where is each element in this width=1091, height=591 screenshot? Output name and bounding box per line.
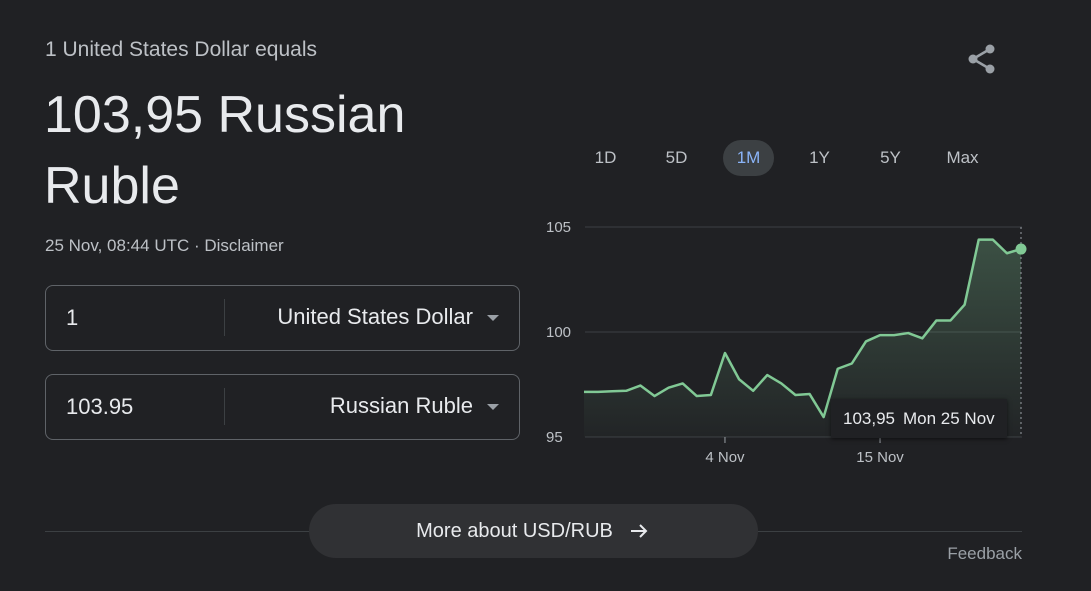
y-tick-label: 100 bbox=[546, 324, 571, 341]
more-about-button[interactable]: More about USD/RUB bbox=[309, 504, 758, 558]
converted-value-line1: 103,95 Russian bbox=[44, 86, 406, 144]
arrow-right-icon bbox=[630, 524, 648, 538]
more-about-label: More about USD/RUB bbox=[416, 519, 613, 542]
divider bbox=[224, 388, 225, 425]
converted-value-line2: Ruble bbox=[44, 157, 180, 215]
from-amount-input[interactable]: 1 bbox=[66, 286, 78, 350]
converted-value: 103,95 Russian Ruble bbox=[44, 80, 504, 222]
from-currency-row: 1 United States Dollar bbox=[45, 285, 520, 351]
chevron-down-icon[interactable] bbox=[487, 404, 499, 410]
tab-1y[interactable]: 1Y bbox=[794, 140, 845, 176]
tooltip-value: 103,95 bbox=[843, 409, 895, 428]
conversion-subtitle: 1 United States Dollar equals bbox=[45, 38, 317, 61]
separator: · bbox=[189, 236, 205, 255]
y-tick-label: 95 bbox=[546, 429, 563, 446]
chart-tooltip: 103,95 Mon 25 Nov bbox=[831, 399, 1007, 438]
to-amount-input[interactable]: 103.95 bbox=[66, 375, 133, 439]
from-currency-select[interactable]: United States Dollar bbox=[277, 286, 473, 348]
x-tick-label: 15 Nov bbox=[856, 449, 904, 466]
timestamp-line: 25 Nov, 08:44 UTC · Disclaimer bbox=[45, 236, 284, 256]
share-icon[interactable] bbox=[962, 40, 1002, 80]
x-tick-label: 4 Nov bbox=[705, 449, 745, 466]
feedback-link[interactable]: Feedback bbox=[947, 544, 1022, 564]
tab-5d[interactable]: 5D bbox=[651, 140, 702, 176]
tab-1d[interactable]: 1D bbox=[580, 140, 631, 176]
to-currency-row: 103.95 Russian Ruble bbox=[45, 374, 520, 440]
to-currency-select[interactable]: Russian Ruble bbox=[330, 375, 473, 437]
tooltip-date: Mon 25 Nov bbox=[903, 409, 995, 428]
divider bbox=[224, 299, 225, 336]
timestamp: 25 Nov, 08:44 UTC bbox=[45, 236, 190, 255]
tab-max[interactable]: Max bbox=[937, 140, 988, 176]
last-point-marker bbox=[1015, 243, 1027, 255]
chevron-down-icon[interactable] bbox=[487, 315, 499, 321]
tab-5y[interactable]: 5Y bbox=[865, 140, 916, 176]
disclaimer-link[interactable]: Disclaimer bbox=[204, 236, 283, 255]
tab-1m[interactable]: 1M bbox=[723, 140, 774, 176]
y-tick-label: 105 bbox=[546, 219, 571, 236]
